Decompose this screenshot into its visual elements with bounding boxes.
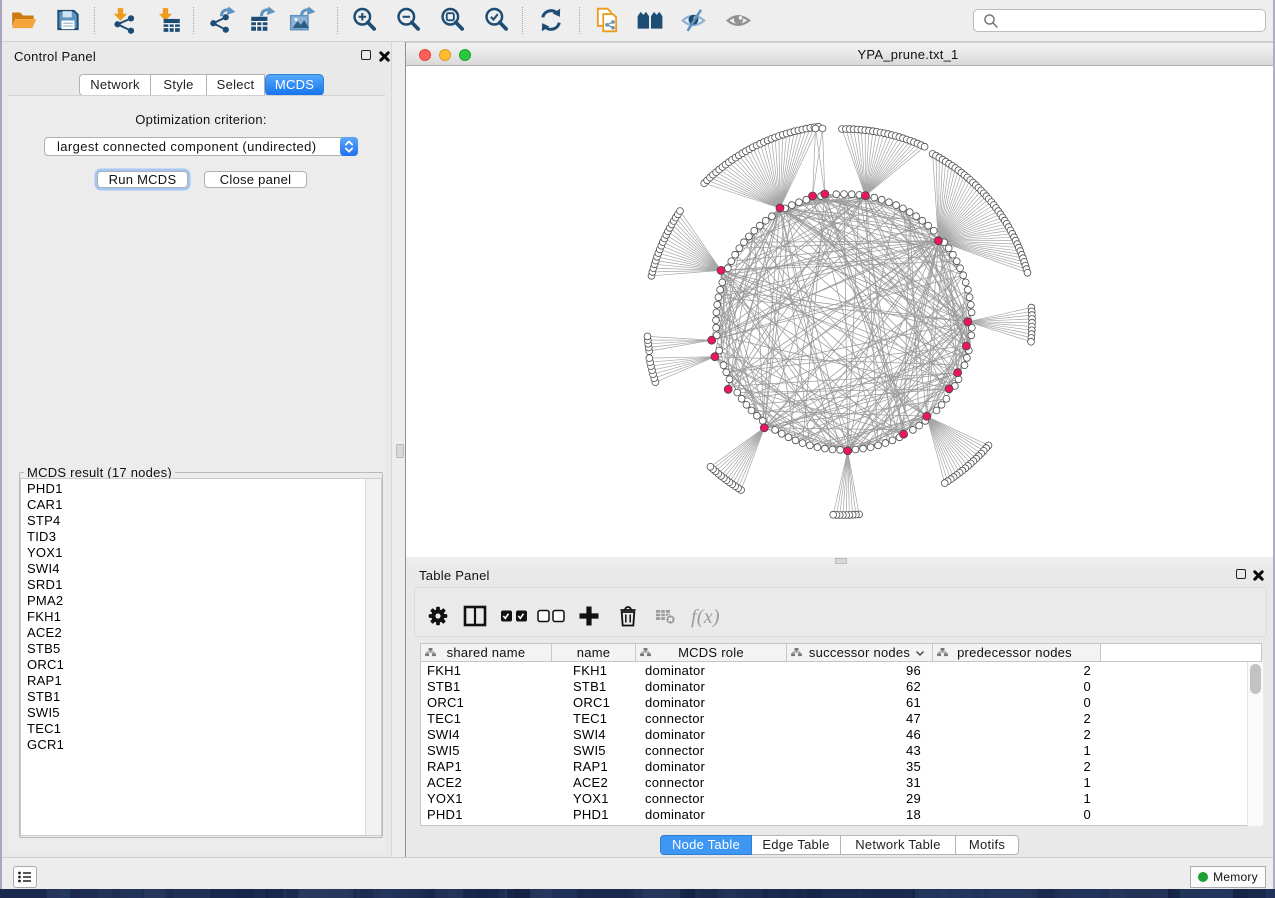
svg-text:f(x): f(x) bbox=[691, 606, 720, 628]
